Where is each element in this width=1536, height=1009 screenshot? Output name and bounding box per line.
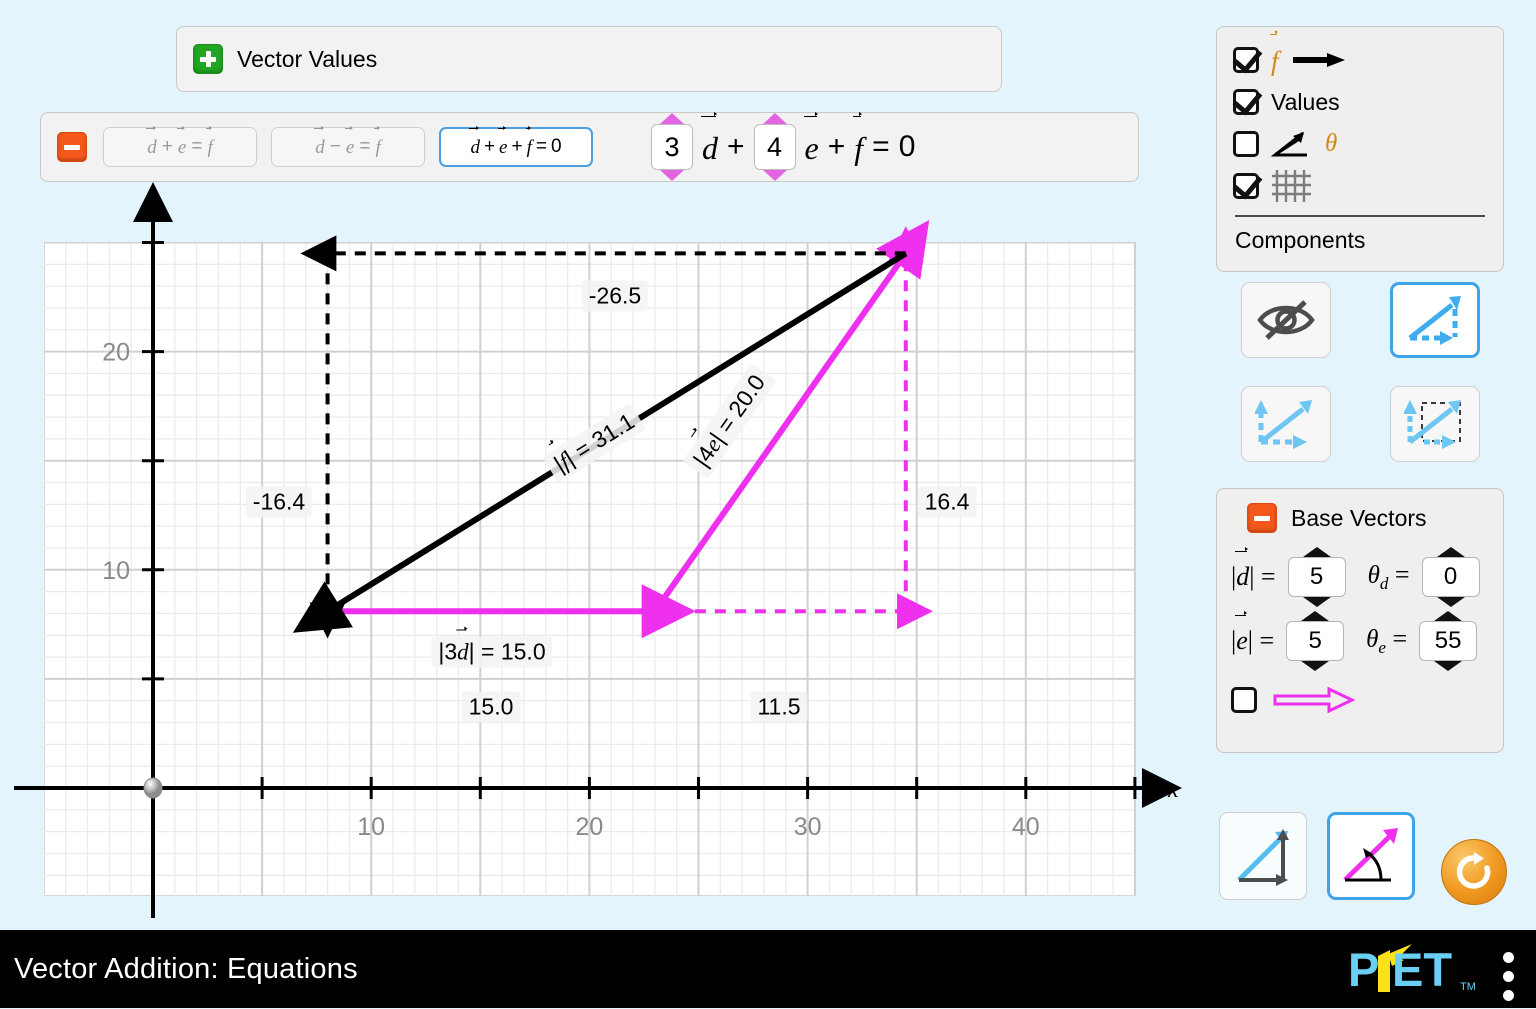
bottom-title-bar: Vector Addition: Equations P ET TM xyxy=(0,930,1536,1008)
parallelogram-components-icon xyxy=(1254,400,1312,449)
reset-icon xyxy=(1456,852,1491,889)
angle-e-down-arrow-icon[interactable] xyxy=(1434,661,1463,671)
base-vector-d-row: |d| = 5 θd = 0 xyxy=(1231,547,1503,607)
components-option-projection[interactable] xyxy=(1389,386,1480,462)
vector-label: 11.5 xyxy=(750,691,808,723)
angle-e-up-arrow-icon[interactable] xyxy=(1434,611,1463,621)
magnitude-e-value: 5 xyxy=(1286,621,1345,661)
kebab-dot-3 xyxy=(1503,990,1514,1001)
base-vectors-header[interactable]: Base Vectors xyxy=(1231,503,1503,533)
svg-text:P: P xyxy=(1348,943,1379,996)
magnitude-d-up-arrow-icon[interactable] xyxy=(1302,547,1331,557)
magnitude-e-up-arrow-icon[interactable] xyxy=(1301,611,1330,621)
vector-label: |f| = 31.1 xyxy=(542,402,647,484)
minus-bar-2 xyxy=(1254,515,1270,521)
kebab-dot-2 xyxy=(1503,971,1514,982)
checkbox-row-values[interactable]: Values xyxy=(1233,81,1503,123)
magnitude-d-label: |d| = xyxy=(1231,562,1276,591)
svg-text:ET: ET xyxy=(1392,943,1452,996)
magnitude-d-value: 5 xyxy=(1287,557,1346,597)
vector-label: 16.4 xyxy=(917,486,977,518)
vector-label: |4e| = 20.0 xyxy=(682,362,777,479)
base-vectors-title: Base Vectors xyxy=(1291,504,1427,531)
magnitude-e-spinner[interactable]: 5 xyxy=(1286,611,1345,671)
eye-slash-icon xyxy=(1256,300,1315,340)
base-vectors-collapse-minus-icon[interactable] xyxy=(1247,503,1277,533)
angle-d-label: θd = xyxy=(1367,559,1410,594)
magnitude-d-spinner[interactable]: 5 xyxy=(1287,547,1346,607)
cartesian-scene-icon xyxy=(1237,829,1289,886)
angle-e-spinner[interactable]: 55 xyxy=(1419,611,1478,671)
components-option-parallelogram[interactable] xyxy=(1240,386,1331,462)
values-label: Values xyxy=(1271,88,1340,115)
angle-e-label: θe = xyxy=(1366,623,1408,658)
checkbox-angles[interactable] xyxy=(1233,131,1259,157)
phet-logo-tm: TM xyxy=(1460,981,1476,993)
kebab-menu-button[interactable] xyxy=(1503,952,1514,1009)
vector-label: -16.4 xyxy=(245,486,313,518)
kebab-dot-1 xyxy=(1503,952,1514,963)
vector-label: |3d| = 15.0 xyxy=(431,636,553,668)
sum-vector-f-symbol: f xyxy=(1270,30,1279,76)
base-vectors-panel: Base Vectors |d| = 5 θd = 0 |e| = 5 θe =… xyxy=(1216,488,1504,753)
vector-label: -26.5 xyxy=(581,280,649,312)
scene-option-cartesian[interactable] xyxy=(1219,812,1307,900)
magnitude-e-down-arrow-icon[interactable] xyxy=(1301,661,1330,671)
components-option-invisible[interactable] xyxy=(1240,282,1331,358)
sim-title: Vector Addition: Equations xyxy=(14,952,358,985)
base-vector-e-row: |e| = 5 θe = 55 xyxy=(1231,611,1503,671)
checkbox-grid[interactable] xyxy=(1233,173,1259,199)
projection-components-icon xyxy=(1403,400,1461,449)
magnitude-d-down-arrow-icon[interactable] xyxy=(1302,597,1331,607)
components-option-triangle[interactable] xyxy=(1389,282,1480,358)
panel-divider xyxy=(1235,215,1485,217)
angle-d-down-arrow-icon[interactable] xyxy=(1436,597,1465,607)
angle-theta-icon xyxy=(1271,131,1307,157)
phet-logo[interactable]: P ET TM xyxy=(1348,942,1478,996)
scene-option-polar[interactable] xyxy=(1327,812,1415,900)
checkbox-row-sum-vector-f[interactable]: f xyxy=(1233,30,1503,81)
magnitude-e-label: |e| = xyxy=(1231,626,1275,655)
grid-icon xyxy=(1272,170,1311,202)
checkbox-row-angles[interactable]: θ xyxy=(1233,123,1503,165)
black-arrow-icon xyxy=(1292,53,1345,67)
base-vectors-visibility-row[interactable] xyxy=(1231,687,1503,713)
reset-all-button[interactable] xyxy=(1441,839,1507,905)
magenta-outline-arrow-icon xyxy=(1273,687,1355,713)
angle-e-value: 55 xyxy=(1419,621,1478,661)
components-radio-group xyxy=(1216,228,1504,470)
checkbox-values[interactable] xyxy=(1233,89,1259,115)
angle-d-spinner[interactable]: 0 xyxy=(1421,547,1480,607)
polar-scene-icon xyxy=(1343,828,1398,882)
checkbox-row-grid[interactable] xyxy=(1233,165,1503,207)
vector-label: 15.0 xyxy=(461,691,521,723)
checkbox-base-vectors-visible[interactable] xyxy=(1231,687,1257,713)
checkbox-sum-vector-f[interactable] xyxy=(1233,47,1259,73)
angle-d-value: 0 xyxy=(1421,557,1480,597)
angle-d-up-arrow-icon[interactable] xyxy=(1436,547,1465,557)
scene-radio-group xyxy=(1219,812,1415,900)
theta-symbol: θ xyxy=(1325,130,1338,157)
triangle-components-icon xyxy=(1407,296,1461,345)
